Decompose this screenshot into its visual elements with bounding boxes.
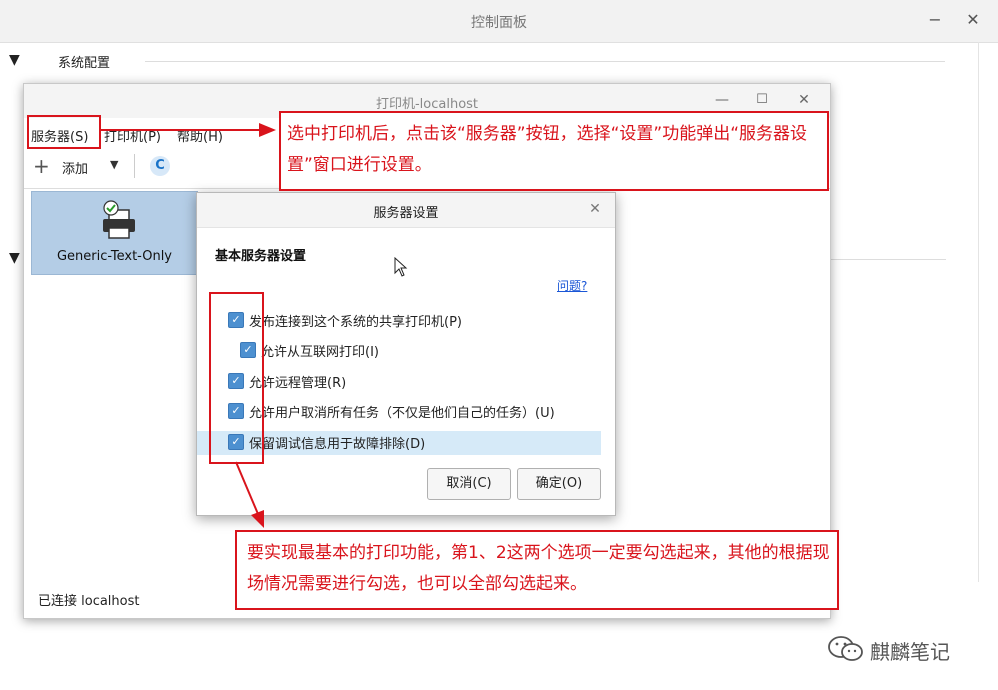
control-panel-title: 控制面板 <box>471 15 527 31</box>
annotation-highlight-checkboxes <box>209 292 264 464</box>
printer-name: Generic-Text-Only <box>56 249 173 264</box>
cancel-button[interactable]: 取消(C) <box>427 468 511 500</box>
add-icon[interactable]: + <box>33 154 50 178</box>
watermark: 麒麟笔记 <box>826 632 976 666</box>
annotation-text: 选中打印机后，点击该“服务器”按钮，选择“设置”功能弹出“服务器设置”窗口进行设… <box>287 124 808 175</box>
section-expand-icon[interactable]: ▼ <box>9 52 20 68</box>
dialog-heading: 基本服务器设置 <box>215 249 307 264</box>
dialog-titlebar: 服务器设置 ✕ <box>197 193 615 228</box>
annotation-note-checkboxes: 要实现最基本的打印功能，第1、2这两个选项一定要勾选起来，其他的根据现场情况需要… <box>235 530 839 610</box>
section-expand-icon[interactable]: ▼ <box>9 250 20 266</box>
ok-button[interactable]: 确定(O) <box>517 468 601 500</box>
printer-icon <box>103 200 135 239</box>
window-edge <box>978 42 979 582</box>
minimize-button[interactable]: − <box>924 9 946 31</box>
option-label: 保留调试信息用于故障排除(D) <box>249 437 426 452</box>
section-label-system-config: 系统配置 <box>58 56 111 71</box>
annotation-highlight-server-menu <box>27 115 101 149</box>
annotation-text: 要实现最基本的打印功能，第1、2这两个选项一定要勾选起来，其他的根据现场情况需要… <box>247 543 830 594</box>
section-divider <box>826 259 946 260</box>
close-button[interactable]: ✕ <box>794 90 814 110</box>
minimize-button[interactable]: — <box>712 90 732 110</box>
menu-printer[interactable]: 打印机(P) <box>104 126 161 145</box>
printer-window-title: 打印机-localhost <box>375 97 479 112</box>
add-button[interactable]: 添加 <box>62 158 88 177</box>
option-label: 允许用户取消所有任务（不仅是他们自己的任务）(U) <box>249 406 555 421</box>
help-link[interactable]: 问题? <box>557 277 587 294</box>
refresh-icon[interactable]: C <box>150 156 170 176</box>
watermark-text: 麒麟笔记 <box>870 640 950 664</box>
toolbar-separator <box>134 154 135 178</box>
section-divider <box>145 61 945 62</box>
option-label: 允许从互联网打印(I) <box>261 345 379 360</box>
chevron-down-icon[interactable]: ▼ <box>110 158 118 171</box>
option-label: 发布连接到这个系统的共享打印机(P) <box>249 315 462 330</box>
maximize-button[interactable]: ☐ <box>752 90 772 110</box>
status-bar-text: 已连接 localhost <box>38 594 140 609</box>
menu-help[interactable]: 帮助(H) <box>177 126 223 145</box>
close-button[interactable]: ✕ <box>962 9 984 31</box>
printer-item[interactable]: Generic-Text-Only <box>31 191 198 275</box>
dialog-title: 服务器设置 <box>373 206 439 221</box>
control-panel-titlebar: 控制面板 − ✕ <box>0 0 998 43</box>
mouse-cursor-icon <box>394 257 408 277</box>
wechat-logo-icon <box>828 636 863 661</box>
close-button[interactable]: ✕ <box>585 199 605 219</box>
annotation-note-server-menu: 选中打印机后，点击该“服务器”按钮，选择“设置”功能弹出“服务器设置”窗口进行设… <box>279 111 829 191</box>
